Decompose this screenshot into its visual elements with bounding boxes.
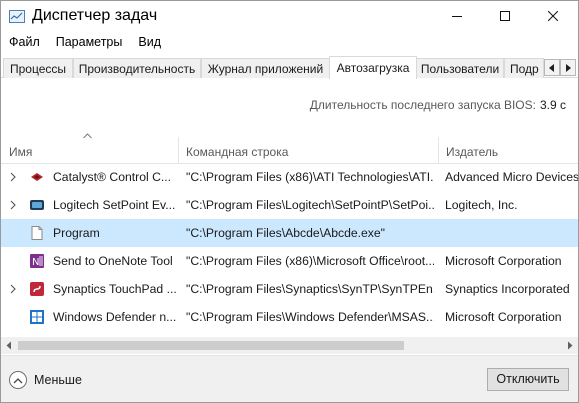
horizontal-scrollbar[interactable] — [1, 337, 578, 354]
row-command: "C:\Program Files\Synaptics\SynTP\SynTPE… — [186, 282, 434, 296]
bios-duration-label: Длительность последнего запуска BIOS: — [309, 98, 536, 112]
table-row[interactable]: N Send to OneNote Tool "C:\Program Files… — [1, 247, 578, 275]
windows-defender-icon — [30, 310, 44, 324]
chevron-right-icon — [566, 63, 571, 72]
table-row-selected[interactable]: Program "C:\Program Files\Abcde\Abcde.ex… — [1, 219, 578, 247]
row-publisher: Microsoft Corporation — [445, 310, 562, 324]
row-name: Program — [53, 226, 100, 240]
table-row[interactable]: Logitech SetPoint Ev... "C:\Program File… — [1, 191, 578, 219]
column-header-command[interactable]: Командная строка — [178, 137, 438, 164]
row-command: "C:\Program Files\Windows Defender\MSAS.… — [186, 310, 434, 324]
row-name: Logitech SetPoint Ev... — [53, 198, 176, 212]
chevron-right-icon[interactable] — [8, 172, 18, 182]
table-row[interactable]: Synaptics TouchPad ... "C:\Program Files… — [1, 275, 578, 303]
window-title: Диспетчер задач — [32, 7, 158, 24]
onenote-icon: N — [30, 254, 44, 268]
chevron-right-icon[interactable] — [8, 200, 18, 210]
minimize-button[interactable] — [434, 1, 480, 31]
column-header-publisher[interactable]: Издатель — [438, 137, 578, 164]
tab-startup[interactable]: Автозагрузка — [329, 56, 417, 79]
svg-text:N: N — [32, 257, 39, 268]
menu-view[interactable]: Вид — [130, 32, 169, 54]
disable-button[interactable]: Отключить — [487, 368, 569, 391]
row-publisher: Advanced Micro Devices... — [445, 170, 578, 184]
fewer-details-button[interactable]: Меньше — [9, 370, 82, 390]
minimize-icon — [452, 16, 462, 17]
row-name: Send to OneNote Tool — [53, 254, 173, 268]
tab-details[interactable]: Подр — [504, 58, 544, 78]
row-name: Synaptics TouchPad ... — [53, 282, 177, 296]
menu-options[interactable]: Параметры — [48, 32, 131, 54]
fewer-details-label: Меньше — [34, 373, 82, 387]
row-command: "C:\Program Files (x86)\ATI Technologies… — [186, 170, 434, 184]
tab-processes[interactable]: Процессы — [3, 58, 73, 78]
blank-file-icon — [31, 226, 43, 240]
row-command: "C:\Program Files (x86)\Microsoft Office… — [186, 254, 434, 268]
tab-app-history[interactable]: Журнал приложений — [201, 58, 330, 78]
row-name: Windows Defender n... — [53, 310, 177, 324]
task-manager-icon — [9, 10, 25, 23]
chevron-left-icon — [549, 63, 554, 72]
synaptics-icon — [30, 282, 44, 296]
logitech-icon — [30, 200, 44, 210]
table-row[interactable]: Catalyst® Control C... "C:\Program Files… — [1, 163, 578, 191]
catalyst-icon — [31, 173, 43, 181]
scroll-right-icon[interactable] — [566, 341, 574, 350]
row-publisher — [445, 219, 578, 247]
row-command: "C:\Program Files\Logitech\SetPointP\Set… — [186, 198, 434, 212]
bios-duration-value: 3.9 с — [539, 98, 566, 112]
close-icon — [548, 11, 558, 21]
table-row[interactable]: Windows Defender n... "C:\Program Files\… — [1, 303, 578, 331]
column-header-name[interactable]: Имя — [1, 137, 178, 164]
task-manager-window: Диспетчер задач Файл Параметры Вид Проце… — [0, 0, 579, 403]
footer-bar: Меньше Отключить — [1, 355, 578, 402]
menu-file[interactable]: Файл — [1, 32, 48, 54]
maximize-icon — [500, 11, 510, 21]
close-button[interactable] — [530, 1, 576, 31]
maximize-button[interactable] — [482, 1, 528, 31]
menu-bar: Файл Параметры Вид — [1, 32, 578, 54]
scrollbar-thumb[interactable] — [18, 341, 404, 350]
bios-duration: Длительность последнего запуска BIOS: 3.9… — [310, 98, 566, 112]
chevron-up-icon — [9, 371, 27, 389]
row-publisher: Logitech, Inc. — [445, 198, 518, 212]
row-command: "C:\Program Files\Abcde\Abcde.exe" — [186, 226, 385, 240]
scroll-left-icon[interactable] — [5, 341, 13, 350]
tab-performance[interactable]: Производительность — [73, 58, 201, 78]
tab-scroll-right-button[interactable] — [560, 59, 576, 76]
row-publisher: Synaptics Incorporated — [445, 282, 570, 296]
table-header: Имя Командная строка Издатель — [1, 137, 578, 164]
chevron-right-icon[interactable] — [8, 284, 18, 294]
row-publisher: Microsoft Corporation — [445, 254, 562, 268]
row-name: Catalyst® Control C... — [53, 170, 172, 184]
tab-strip: Процессы Производительность Журнал прило… — [1, 56, 578, 79]
title-bar[interactable]: Диспетчер задач — [1, 1, 578, 31]
tab-scroll-left-button[interactable] — [544, 59, 560, 76]
tab-users[interactable]: Пользователи — [416, 58, 504, 78]
